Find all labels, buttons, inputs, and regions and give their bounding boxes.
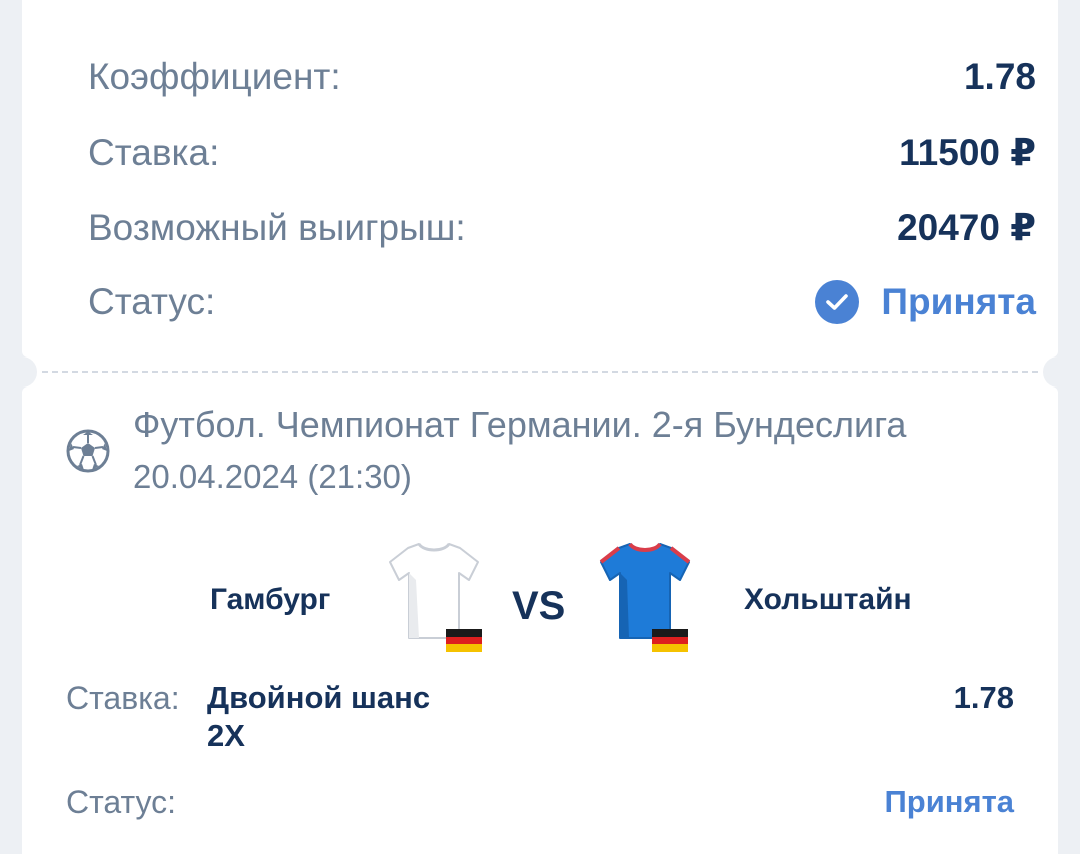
- stake-value: 11500 ₽: [899, 132, 1036, 173]
- league-title: Футбол. Чемпионат Германии. 2-я Бундесли…: [133, 404, 907, 445]
- home-jersey-icon: [386, 540, 482, 642]
- ticket-notch-left: [7, 357, 37, 387]
- dashed-divider: [42, 371, 1038, 373]
- stake-label: Ставка:: [88, 132, 220, 173]
- selection-stake-label: Ставка:: [66, 680, 180, 716]
- payout-label: Возможный выигрыш:: [88, 207, 466, 248]
- selection-odds: 1.78: [953, 680, 1014, 715]
- payout-row: Возможный выигрыш: 20470 ₽: [88, 206, 1036, 250]
- germany-flag-icon: [446, 629, 482, 652]
- status-label: Статус:: [88, 281, 216, 322]
- home-team-name: Гамбург: [210, 583, 331, 616]
- status-value-group: Принята: [815, 280, 1036, 324]
- ticket-notch-right: [1043, 357, 1073, 387]
- versus-label: VS: [512, 584, 566, 628]
- selection-status-label: Статус:: [66, 784, 177, 820]
- check-circle-icon: [815, 280, 860, 324]
- soccer-ball-icon: [66, 429, 110, 473]
- away-team-name: Хольштайн: [744, 583, 912, 616]
- bet-summary-card: Коэффициент: 1.78 Ставка: 11500 ₽ Возмож…: [22, 0, 1058, 357]
- event-datetime: 20.04.2024 (21:30): [133, 458, 412, 495]
- selection-status-value: Принята: [884, 784, 1014, 819]
- status-row: Статус: Принята: [88, 280, 1036, 324]
- odds-row: Коэффициент: 1.78: [88, 55, 1036, 99]
- germany-flag-icon: [652, 629, 688, 652]
- away-jersey-icon: [597, 540, 693, 642]
- selection-outcome: 2X: [207, 718, 245, 753]
- odds-label: Коэффициент:: [88, 56, 341, 97]
- odds-value: 1.78: [963, 56, 1036, 97]
- stake-row: Ставка: 11500 ₽: [88, 131, 1036, 175]
- status-value: Принята: [881, 281, 1036, 322]
- payout-value: 20470 ₽: [897, 207, 1036, 248]
- selection-market: Двойной шанс: [207, 680, 431, 715]
